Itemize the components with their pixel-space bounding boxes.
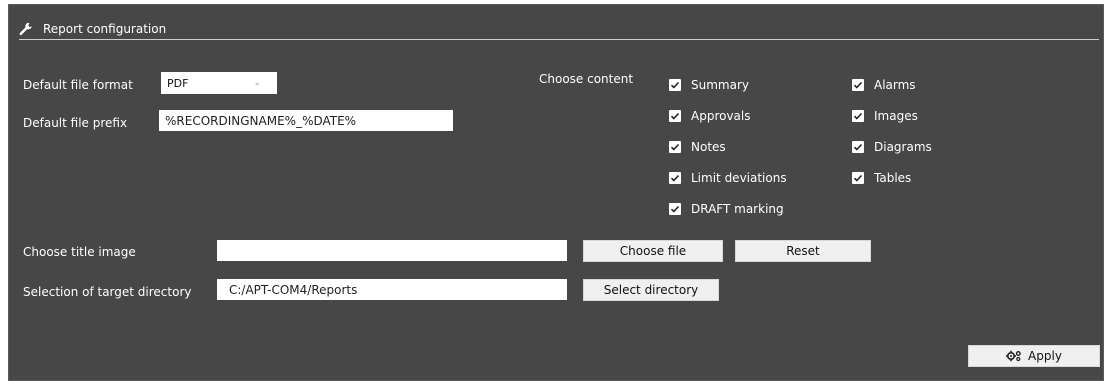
title-image-input[interactable] (217, 240, 567, 261)
checkmark-icon (852, 110, 864, 122)
checkbox-label: Summary (691, 78, 749, 92)
checkbox-label: Limit deviations (691, 171, 787, 185)
checkbox-images[interactable]: Images (852, 109, 918, 123)
choose-content-label: Choose content (539, 72, 634, 86)
checkbox-label: Notes (691, 140, 726, 154)
checkbox-notes[interactable]: Notes (669, 140, 726, 154)
gears-icon (1006, 350, 1022, 362)
title-image-label: Choose title image (23, 245, 136, 259)
checkmark-icon (669, 110, 681, 122)
apply-label: Apply (1028, 349, 1062, 363)
checkbox-label: Tables (874, 171, 912, 185)
target-directory-value: C:/APT-COM4/Reports (229, 282, 358, 297)
checkbox-label: Diagrams (874, 140, 932, 154)
checkbox-summary[interactable]: Summary (669, 78, 749, 92)
checkmark-icon (852, 79, 864, 91)
file-prefix-label: Default file prefix (23, 116, 128, 130)
checkmark-icon (669, 79, 681, 91)
file-format-value: PDF (167, 76, 189, 90)
reset-button[interactable]: Reset (735, 240, 871, 262)
checkbox-tables[interactable]: Tables (852, 171, 911, 185)
header-divider (19, 39, 1099, 40)
checkmark-icon (852, 141, 864, 153)
report-configuration-panel: Report configuration Default file format… (8, 4, 1104, 381)
checkbox-label: Approvals (691, 109, 751, 123)
checkmark-icon (669, 203, 681, 215)
apply-button[interactable]: Apply (968, 345, 1100, 367)
chevron-down-icon: ⌄ (253, 78, 261, 88)
panel-header: Report configuration (19, 18, 166, 40)
file-prefix-value: %RECORDINGNAME%_%DATE% (165, 113, 357, 128)
checkbox-alarms[interactable]: Alarms (852, 78, 916, 92)
checkbox-limit-deviations[interactable]: Limit deviations (669, 171, 787, 185)
checkbox-label: DRAFT marking (691, 202, 784, 216)
checkmark-icon (852, 172, 864, 184)
checkmark-icon (669, 172, 681, 184)
panel-title: Report configuration (43, 22, 167, 36)
target-directory-label: Selection of target directory (23, 285, 192, 299)
file-format-select[interactable]: PDF ⌄ (161, 72, 277, 94)
file-format-label: Default file format (23, 78, 133, 92)
checkbox-label: Images (874, 109, 918, 123)
checkbox-approvals[interactable]: Approvals (669, 109, 751, 123)
checkmark-icon (669, 141, 681, 153)
checkbox-diagrams[interactable]: Diagrams (852, 140, 932, 154)
select-directory-button[interactable]: Select directory (583, 279, 719, 301)
wrench-icon (19, 22, 33, 36)
checkbox-draft-marking[interactable]: DRAFT marking (669, 202, 784, 216)
file-prefix-input[interactable]: %RECORDINGNAME%_%DATE% (159, 110, 453, 131)
checkbox-label: Alarms (874, 78, 916, 92)
target-directory-input[interactable]: C:/APT-COM4/Reports (217, 279, 567, 300)
choose-file-button[interactable]: Choose file (583, 240, 723, 262)
